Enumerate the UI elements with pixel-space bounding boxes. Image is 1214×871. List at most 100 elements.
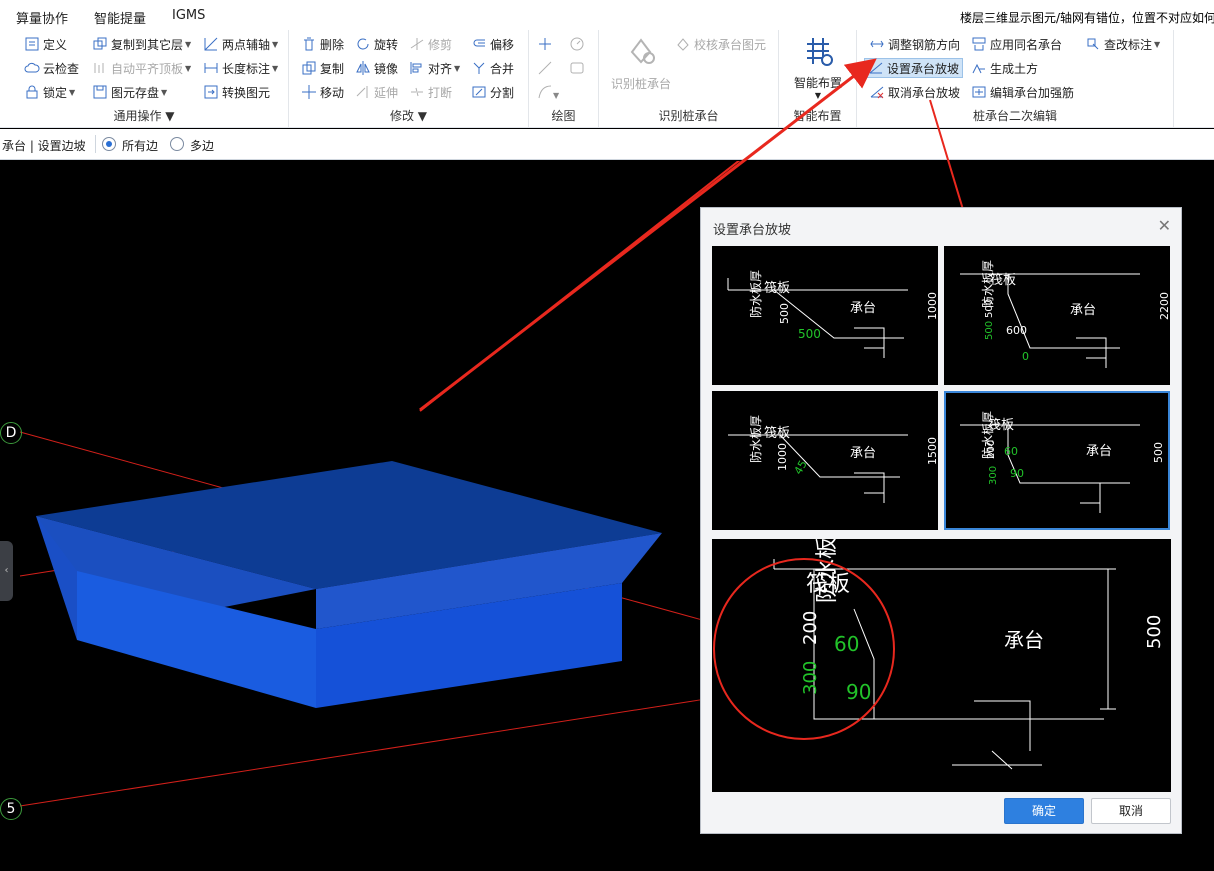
length-dimension-button[interactable]: 长度标注 ▼ (203, 58, 278, 78)
merge-icon (473, 62, 485, 74)
dim-1000: 1000 (926, 292, 936, 320)
two-point-axis-icon (204, 37, 218, 51)
mirror-button[interactable]: 镜像 (355, 58, 398, 78)
chevron-down-icon[interactable]: ▼ (418, 109, 427, 123)
cancel-cap-slope-button[interactable]: 取消承台放坡 (869, 82, 960, 102)
menu-tab-smart-quantity[interactable]: 智能提量 (94, 8, 146, 27)
group-cap-edit-title: 桩承台二次编辑 (972, 109, 1057, 123)
raft-label: 筏板 (764, 280, 790, 296)
extend-label: 延伸 (374, 85, 399, 100)
two-point-axis-button[interactable]: 两点辅轴 ▼ (203, 34, 278, 54)
dim-500-green: 500 (984, 321, 995, 340)
two-point-axis-label: 两点辅轴 (222, 37, 271, 52)
rotate-point-icon[interactable] (569, 36, 585, 52)
rotate-label: 旋转 (374, 37, 399, 52)
move-button[interactable]: 移动 (301, 82, 344, 102)
waterproof-label: 防水板厚 (748, 415, 763, 463)
rectangle-icon[interactable] (569, 60, 585, 76)
menu-tab-collab[interactable]: 算量协作 (16, 8, 68, 27)
delete-button[interactable]: 删除 (301, 34, 344, 54)
align-icon (410, 62, 422, 74)
define-button[interactable]: 定义 (24, 34, 67, 54)
arc-icon[interactable]: ▼ (537, 84, 559, 100)
offset-label: 偏移 (490, 37, 515, 52)
merge-button[interactable]: 合并 (471, 58, 514, 78)
copy-floor-icon (93, 37, 107, 50)
convert-element-button[interactable]: 转换图元 (203, 82, 270, 102)
line-icon[interactable] (537, 60, 553, 76)
element-save-button[interactable]: 图元存盘 ▼ (92, 82, 167, 102)
lock-icon (26, 85, 38, 99)
copy-icon (302, 61, 316, 75)
dim-0: 0 (1022, 350, 1029, 363)
point-icon[interactable] (537, 36, 553, 52)
cloud-check-label: 云检查 (43, 61, 80, 76)
align-slab-icon (94, 63, 104, 73)
set-cap-slope-label: 设置承台放坡 (887, 61, 960, 76)
menu-tab-igms[interactable]: IGMS (172, 8, 205, 23)
breadcrumb: 承台 | 设置边坡 (2, 139, 86, 153)
auto-align-slab-button[interactable]: 自动平齐顶板 ▼ (92, 58, 191, 78)
slope-option-3-drawing: 防水板厚 筏板 承台 1000 45 1500 (728, 415, 939, 503)
extend-icon (356, 86, 368, 98)
modify-annotation-icon (1087, 38, 1099, 50)
all-edges-label[interactable]: 所有边 (122, 137, 158, 154)
preview-dim-300: 300 (800, 661, 821, 695)
rotate-button[interactable]: 旋转 (355, 34, 398, 54)
cancel-button[interactable]: 取消 (1091, 798, 1171, 824)
notice-banner[interactable]: 楼层三维显示图元/轴网有错位，位置不对应如何 (960, 9, 1214, 27)
all-edges-radio[interactable] (102, 137, 116, 151)
slope-preview: 防水板厚 筏板 承台 200 300 60 90 500 (712, 515, 1171, 792)
adjust-rebar-direction-button[interactable]: 调整钢筋方向 (869, 34, 960, 54)
split-button[interactable]: 分割 (471, 82, 514, 102)
edit-cap-reinforcement-label: 编辑承台加强筋 (990, 85, 1075, 100)
side-panel-handle[interactable]: ‹ (0, 541, 13, 601)
slope-option-3[interactable]: 防水板厚 筏板 承台 1000 45 1500 (712, 391, 939, 530)
edit-cap-reinforcement-button[interactable]: 编辑承台加强筋 (971, 82, 1074, 102)
dim-1500: 1500 (926, 437, 936, 465)
length-dimension-label: 长度标注 (222, 61, 271, 76)
align-button[interactable]: 对齐 ▼ (409, 58, 460, 78)
smart-layout-button[interactable]: 智能布置 ▼ (785, 34, 851, 100)
auto-align-slab-label: 自动平齐顶板 (111, 61, 184, 76)
offset-button[interactable]: 偏移 (471, 34, 514, 54)
cap-label: 承台 (1086, 444, 1112, 459)
multi-edges-label[interactable]: 多边 (190, 137, 214, 154)
axis-label-d: D (0, 422, 22, 444)
generate-earthwork-button[interactable]: 生成土方 (971, 58, 1038, 78)
length-dimension-icon (204, 63, 218, 73)
extend-button[interactable]: 延伸 (355, 82, 398, 102)
preview-dim-500: 500 (1144, 615, 1165, 649)
close-icon[interactable]: ✕ (1158, 216, 1171, 235)
break-label: 打断 (428, 85, 453, 100)
dim-500-green: 500 (798, 327, 821, 341)
modify-annotation-label: 查改标注 (1104, 37, 1153, 52)
slope-option-2[interactable]: 防水板厚 筏板 承台 500 500 600 0 2200 (944, 246, 1171, 385)
move-icon (302, 85, 316, 99)
slope-preview-drawing: 防水板厚 筏板 承台 200 300 60 90 500 (713, 515, 1165, 770)
check-cap-element-button[interactable]: 校核承台图元 (675, 34, 766, 54)
element-save-label: 图元存盘 (111, 85, 160, 100)
copy-to-floor-button[interactable]: 复制到其它层 ▼ (92, 34, 191, 54)
ok-button[interactable]: 确定 (1004, 798, 1084, 824)
slope-option-4[interactable]: 防水板厚 筏板 承台 200 300 60 90 500 (944, 391, 1170, 530)
dim-500-vertical: 500 (778, 303, 791, 324)
identify-pile-cap-button[interactable]: 识别桩承台 (605, 34, 677, 94)
modify-annotation-button[interactable]: 查改标注 ▼ (1085, 34, 1160, 54)
apply-same-name-cap-button[interactable]: 应用同名承台 (971, 34, 1062, 54)
copy-button[interactable]: 复制 (301, 58, 344, 78)
split-icon (472, 86, 486, 98)
cloud-check-button[interactable]: 云检查 (24, 58, 79, 78)
raft-label: 筏板 (990, 272, 1016, 288)
slope-option-1[interactable]: 防水板厚 筏板 承台 500 500 1000 (712, 246, 939, 385)
identify-pile-cap-icon (630, 38, 655, 64)
chevron-down-icon: ▼ (1154, 39, 1161, 49)
raft-label: 筏板 (764, 425, 790, 441)
menu-bar: 算量协作 智能提量 IGMS 楼层三维显示图元/轴网有错位，位置不对应如何 (0, 0, 1214, 30)
lock-button[interactable]: 锁定 ▼ (24, 82, 75, 102)
break-button[interactable]: 打断 (409, 82, 452, 102)
multi-edges-radio[interactable] (170, 137, 184, 151)
trim-button[interactable]: 修剪 (409, 34, 452, 54)
chevron-down-icon[interactable]: ▼ (165, 109, 174, 123)
set-cap-slope-button[interactable]: 设置承台放坡 (864, 58, 964, 78)
